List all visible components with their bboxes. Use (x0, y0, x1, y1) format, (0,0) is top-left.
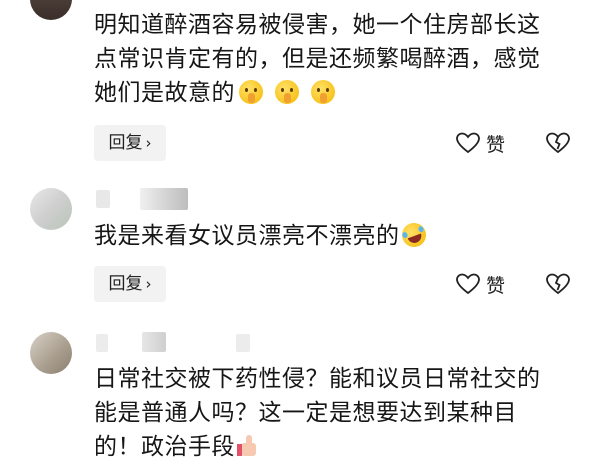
comment-line: 能是普通人吗？这一定是想要达到某种目 (94, 400, 517, 426)
reply-button[interactable]: 回复 › (94, 266, 166, 302)
blurred-username[interactable] (236, 334, 250, 352)
comment-line: 的！政治手段 (94, 430, 584, 464)
blurred-username[interactable] (96, 334, 108, 352)
broken-heart-icon (546, 132, 570, 154)
comment-line: 明知道醉酒容易被侵害，她一个住房部长这 (94, 12, 541, 38)
thumb-cuff (237, 444, 242, 456)
dislike-button[interactable] (546, 266, 570, 302)
comment-line: 点常识肯定有的，但是还频繁喝醉酒，感觉 (94, 46, 541, 72)
heart-outline-icon (456, 132, 480, 154)
shushing-face-emoji (311, 80, 335, 104)
like-label: 赞 (486, 133, 506, 156)
dislike-button[interactable] (546, 125, 570, 161)
avatar[interactable] (30, 188, 72, 230)
comment-line: 她们是故意的 (94, 76, 584, 110)
comment-line-text: 她们是故意的 (94, 80, 235, 106)
rolling-laughing-emoji (398, 219, 429, 251)
blurred-username[interactable] (96, 190, 110, 208)
reply-label: 回复 (108, 274, 143, 294)
like-button[interactable]: 赞 (456, 125, 505, 161)
comment-item: 我是来看女议员漂亮不漂亮的 回复 › 赞 (0, 170, 600, 310)
comment-text: 我是来看女议员漂亮不漂亮的 (94, 219, 584, 253)
comment-line-text: 的！政治手段 (94, 434, 235, 460)
avatar[interactable] (30, 0, 72, 20)
shushing-face-emoji (239, 80, 263, 104)
heart-outline-icon (456, 273, 480, 295)
comment-line: 我是来看女议员漂亮不漂亮的 (94, 219, 584, 253)
reply-button[interactable]: 回复 › (94, 125, 166, 161)
broken-heart-icon (546, 273, 570, 295)
thumbs-up-emoji (237, 434, 261, 458)
reply-label: 回复 (108, 133, 143, 153)
blurred-username[interactable] (140, 188, 188, 210)
comment-item: 明知道醉酒容易被侵害，她一个住房部长这 点常识肯定有的，但是还频繁喝醉酒，感觉 … (0, 0, 600, 170)
chevron-right-icon: › (145, 275, 152, 293)
shushing-face-emoji (275, 80, 299, 104)
avatar[interactable] (30, 332, 72, 374)
like-label: 赞 (486, 274, 506, 297)
like-button[interactable]: 赞 (456, 266, 505, 302)
comment-item: 日常社交被下药性侵？能和议员日常社交的 能是普通人吗？这一定是想要达到某种目 的… (0, 310, 600, 467)
comment-text: 日常社交被下药性侵？能和议员日常社交的 能是普通人吗？这一定是想要达到某种目 的… (94, 362, 584, 464)
comment-line: 日常社交被下药性侵？能和议员日常社交的 (94, 366, 541, 392)
comment-text: 明知道醉酒容易被侵害，她一个住房部长这 点常识肯定有的，但是还频繁喝醉酒，感觉 … (94, 8, 584, 110)
comment-line-text: 我是来看女议员漂亮不漂亮的 (94, 223, 400, 249)
blurred-username[interactable] (142, 332, 166, 352)
chevron-right-icon: › (145, 134, 152, 152)
